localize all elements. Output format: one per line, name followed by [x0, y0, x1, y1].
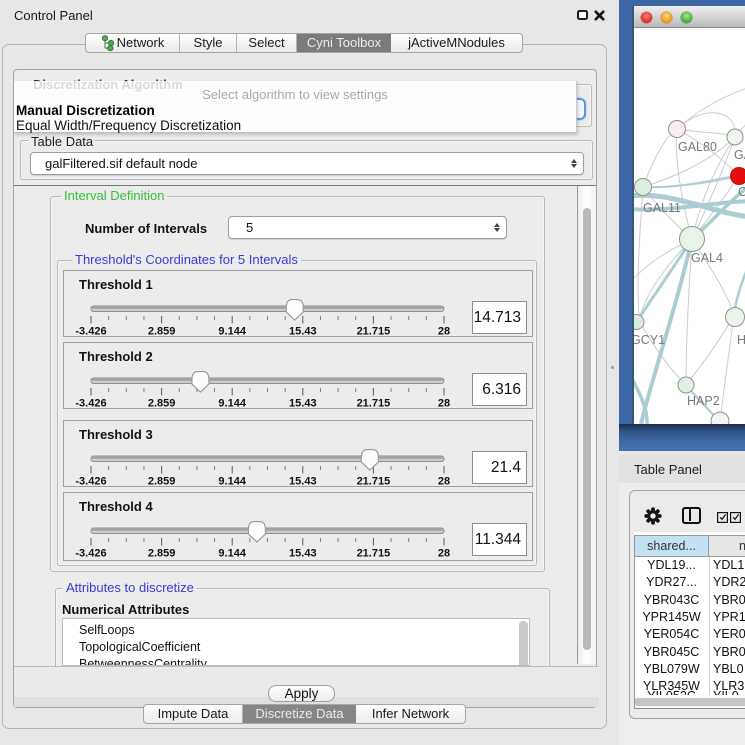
svg-text:28: 28 [438, 398, 450, 410]
svg-text:9.144: 9.144 [218, 476, 246, 488]
svg-text:-3.426: -3.426 [75, 398, 106, 410]
svg-text:15.43: 15.43 [289, 476, 317, 488]
svg-text:21.715: 21.715 [357, 476, 391, 488]
svg-text:GAL4: GAL4 [691, 251, 723, 265]
svg-text:15.43: 15.43 [289, 398, 317, 410]
svg-text:C: C [738, 185, 745, 199]
svg-text:GA: GA [734, 148, 745, 162]
svg-text:21.715: 21.715 [357, 398, 391, 410]
svg-text:2.859: 2.859 [148, 548, 176, 560]
svg-text:HAP2: HAP2 [687, 394, 720, 408]
svg-text:21.715: 21.715 [357, 548, 391, 560]
svg-text:GAL80: GAL80 [678, 140, 717, 154]
svg-text:21.715: 21.715 [357, 326, 391, 338]
svg-text:-3.426: -3.426 [75, 326, 106, 338]
svg-text:-3.426: -3.426 [75, 548, 106, 560]
svg-text:GAL11: GAL11 [643, 201, 681, 215]
svg-text:15.43: 15.43 [289, 326, 317, 338]
svg-text:2.859: 2.859 [148, 326, 176, 338]
svg-text:-3.426: -3.426 [75, 476, 106, 488]
svg-text:H: H [737, 333, 745, 347]
svg-text:2.859: 2.859 [148, 476, 176, 488]
svg-text:9.144: 9.144 [218, 548, 246, 560]
svg-text:2.859: 2.859 [148, 398, 176, 410]
svg-text:15.43: 15.43 [289, 548, 317, 560]
svg-text:9.144: 9.144 [218, 326, 246, 338]
svg-text:28: 28 [438, 326, 450, 338]
svg-text:GCY1: GCY1 [632, 333, 665, 347]
svg-text:28: 28 [438, 476, 450, 488]
svg-text:9.144: 9.144 [218, 398, 246, 410]
svg-text:28: 28 [438, 548, 450, 560]
